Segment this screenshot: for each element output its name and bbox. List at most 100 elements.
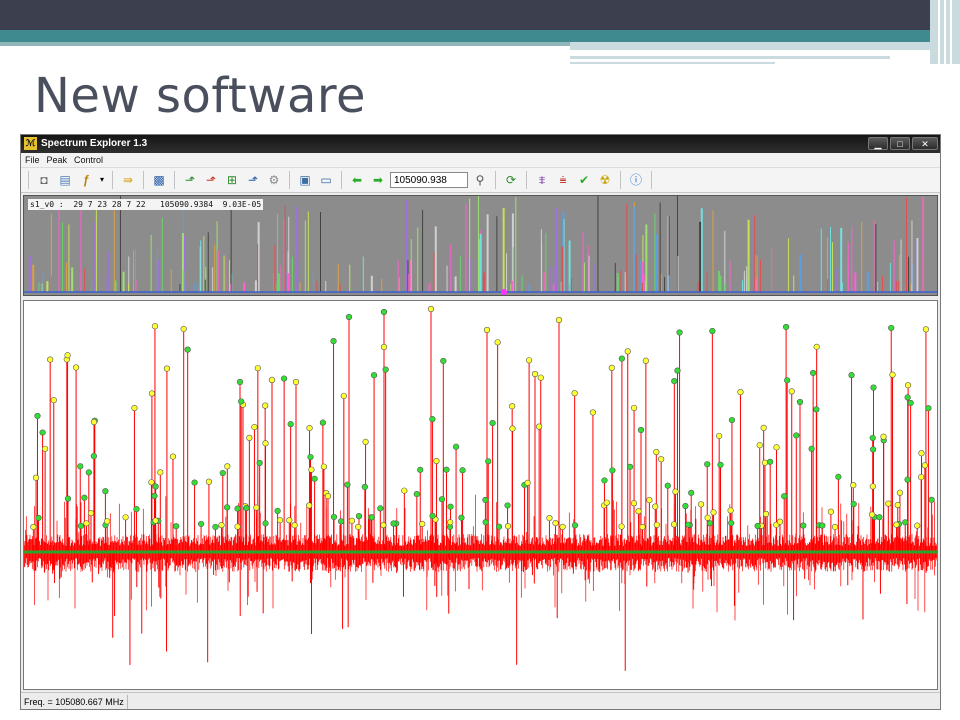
peak-marker (618, 523, 625, 530)
peak-marker (626, 463, 634, 470)
window-alt-icon[interactable]: ▭ (317, 171, 335, 189)
peak-marker (81, 494, 88, 501)
peak-marker (102, 488, 109, 495)
minimize-icon[interactable]: ▁ (868, 137, 888, 150)
peak-marker (504, 523, 512, 530)
slide-accent-line (570, 62, 775, 64)
status-bar: Freq. = 105080.667 MHz (21, 692, 940, 709)
peak-marker (262, 440, 269, 447)
peak-marker (509, 403, 516, 410)
window-titlebar[interactable]: ℳ Spectrum Explorer 1.3 ▁ □ ✕ (21, 135, 940, 153)
peak-marker (268, 376, 276, 384)
camera-icon[interactable]: ◘ (35, 171, 53, 189)
peak-marker (253, 504, 260, 511)
peak-marker (39, 429, 46, 436)
frequency-input[interactable] (390, 172, 468, 188)
settings-icon[interactable]: ⚙ (265, 171, 283, 189)
folder-icon[interactable]: ▤ (56, 171, 74, 189)
peak-marker (888, 324, 895, 332)
peak-marker (311, 475, 318, 482)
peak-marker (869, 483, 876, 490)
check-icon[interactable]: ✔ (575, 171, 593, 189)
peak-marker (704, 461, 711, 468)
overview-spectrum[interactable]: s1_v0 : 29 7 23 28 7 22 105090.9384 9.03… (23, 195, 938, 296)
peak-marker (717, 461, 724, 468)
dropdown-arrow-icon[interactable]: ▾ (98, 171, 106, 189)
assign-alt-icon[interactable]: ⩧ (554, 171, 572, 189)
peak-marker (546, 515, 553, 522)
peak-marker (262, 520, 269, 527)
peak-marker (716, 432, 723, 440)
peak-marker (608, 364, 615, 371)
forward-arrow-icon[interactable]: ➡ (369, 171, 387, 189)
peak-marker (324, 493, 332, 500)
peak-marker (377, 505, 384, 512)
peak-marker (552, 520, 559, 527)
peak-marker (452, 443, 460, 450)
peak-marker (880, 433, 887, 440)
peak-marker (571, 390, 578, 397)
peak-marker (281, 375, 288, 382)
refresh-icon[interactable]: ⟳ (502, 171, 520, 189)
peak-marker (672, 488, 679, 495)
peak-marker (77, 522, 85, 530)
peak-marker (42, 445, 49, 452)
peak-marker (277, 517, 284, 524)
peak-marker (122, 514, 129, 521)
search-icon[interactable]: ⚲ (471, 171, 489, 189)
peak-marker (589, 409, 597, 416)
peak-marker (526, 357, 533, 364)
radiation-icon[interactable]: ☢ (596, 171, 614, 189)
slide-corner-decoration (930, 0, 960, 64)
slide-top-bar (0, 0, 960, 30)
toolbar: ◘ ▤ ƒ ▾ ⇛ ▩ ⬏ ⬏ ⊞ ⬏ ⚙ ▣ ▭ ⬅ ➡ ⚲ ⟳ ⩨ ⩧ ✔ … (21, 167, 940, 193)
peak-marker (87, 509, 95, 517)
peak-marker (320, 463, 328, 470)
peak-marker (131, 404, 138, 412)
peak-marker (380, 522, 387, 529)
peak-marker (793, 432, 800, 439)
chart-icon[interactable]: ▩ (150, 171, 168, 189)
peak-marker (362, 438, 369, 446)
info-icon[interactable]: ⓘ (627, 171, 645, 189)
peak-marker (850, 500, 857, 508)
main-spectrum-plot[interactable] (23, 300, 938, 690)
function-icon[interactable]: ƒ (77, 171, 95, 189)
peak-marker (64, 352, 71, 359)
peak-marker (184, 346, 191, 353)
peak-add-icon[interactable]: ⬏ (181, 171, 199, 189)
back-arrow-icon[interactable]: ⬅ (348, 171, 366, 189)
peak-remove-icon[interactable]: ⬏ (202, 171, 220, 189)
peak-marker (440, 357, 447, 365)
menu-file[interactable]: File (25, 153, 40, 167)
peak-clear-icon[interactable]: ⬏ (244, 171, 262, 189)
peak-marker (380, 343, 388, 351)
peak-marker (697, 501, 705, 508)
peak-marker (72, 364, 80, 371)
maximize-icon[interactable]: □ (890, 137, 910, 150)
peak-marker (831, 523, 839, 531)
peak-marker (148, 479, 155, 486)
peak-marker (287, 421, 294, 428)
peak-marker (306, 424, 313, 432)
peak-marker (536, 423, 543, 430)
peak-marker (219, 469, 226, 477)
peak-marker (784, 377, 791, 384)
load-icon[interactable]: ⇛ (119, 171, 137, 189)
peak-select-icon[interactable]: ⊞ (223, 171, 241, 189)
peak-marker (658, 456, 665, 463)
peak-marker (925, 405, 932, 412)
peak-marker (104, 518, 111, 525)
peak-marker (676, 329, 683, 336)
peak-marker (896, 489, 903, 496)
peak-marker (438, 496, 446, 503)
close-icon[interactable]: ✕ (912, 137, 938, 150)
peak-marker (380, 308, 388, 316)
peak-marker (922, 326, 930, 333)
peak-marker (413, 490, 420, 498)
peak-marker (447, 519, 454, 526)
window-icon[interactable]: ▣ (296, 171, 314, 189)
menu-control[interactable]: Control (74, 153, 103, 167)
assign-icon[interactable]: ⩨ (533, 171, 551, 189)
menu-peak[interactable]: Peak (47, 153, 68, 167)
